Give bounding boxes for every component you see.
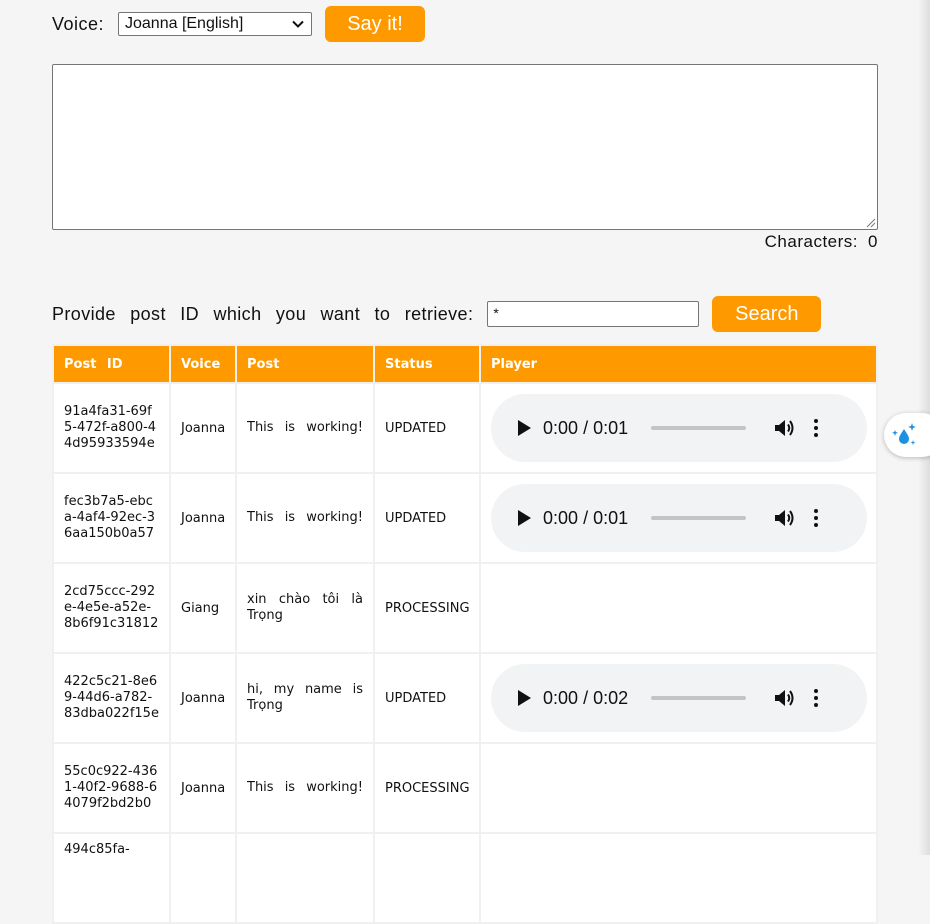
search-button[interactable]: Search [712,296,822,332]
audio-player: 0:00 / 0:01 [491,394,867,462]
audio-player: 0:00 / 0:02 [491,664,867,732]
column-header-voice: Voice [171,346,235,382]
post-cell: hi, my name is Trọng [237,654,373,742]
post-id-cell: 2cd75ccc-292e-4e5e-a52e-8b6f91c31812 [54,564,169,652]
post-id-cell: 91a4fa31-69f5-472f-a800-44d95933594e [54,384,169,472]
post-text-input[interactable] [52,64,878,230]
play-icon[interactable] [517,510,531,526]
volume-icon[interactable] [774,688,796,708]
post-id-cell: 422c5c21-8e69-44d6-a782-83dba022f15e [54,654,169,742]
player-cell: 0:00 / 0:02 [481,654,876,742]
status-cell: PROCESSING [375,564,479,652]
post-id-cell: fec3b7a5-ebca-4af4-92ec-36aa150b0a57 [54,474,169,562]
voice-cell: Joanna [171,474,235,562]
voice-cell: Giang [171,564,235,652]
voice-cell: Joanna [171,654,235,742]
table-header-row: Post ID Voice Post Status Player [54,346,876,382]
say-it-button[interactable]: Say it! [325,6,425,42]
column-header-player: Player [481,346,876,382]
table-row: 55c0c922-4361-40f2-9688-64079f2bd2b0 Joa… [54,744,876,832]
player-cell: 0:00 / 0:01 [481,384,876,472]
search-row: Provide post ID which you want to retrie… [52,296,822,332]
chevron-down-icon [292,20,304,28]
more-vertical-icon[interactable] [814,689,818,707]
resize-grip-icon[interactable] [864,216,876,228]
play-icon[interactable] [517,690,531,706]
character-count-value: 0 [868,232,878,251]
floating-extension-button[interactable] [884,413,930,457]
table-row: 494c85fa- [54,834,876,922]
post-id-value: * [493,305,499,321]
table-row: 2cd75ccc-292e-4e5e-a52e-8b6f91c31812 Gia… [54,564,876,652]
player-time: 0:00 / 0:02 [543,687,629,708]
table-row: fec3b7a5-ebca-4af4-92ec-36aa150b0a57 Joa… [54,474,876,562]
voice-select[interactable]: Joanna [English] [118,12,312,36]
status-cell: PROCESSING [375,744,479,832]
player-cell: 0:00 / 0:01 [481,474,876,562]
volume-icon[interactable] [774,508,796,528]
player-time: 0:00 / 0:01 [543,507,629,528]
progress-track[interactable] [651,426,746,430]
post-cell: This is working! [237,474,373,562]
table-row: 91a4fa31-69f5-472f-a800-44d95933594e Joa… [54,384,876,472]
status-cell [375,834,479,922]
post-cell: This is working! [237,744,373,832]
voice-row: Voice: Joanna [English] Say it! [52,6,425,42]
status-cell: UPDATED [375,384,479,472]
voice-cell [171,834,235,922]
voice-select-value: Joanna [English] [125,15,244,32]
post-id-input[interactable]: * [487,301,700,327]
post-cell [237,834,373,922]
post-cell: This is working! [237,384,373,472]
character-count: Characters: 0 [765,232,878,252]
search-label: Provide post ID which you want to retrie… [52,303,474,324]
column-header-post: Post [237,346,373,382]
status-cell: UPDATED [375,474,479,562]
post-id-cell: 55c0c922-4361-40f2-9688-64079f2bd2b0 [54,744,169,832]
audio-player: 0:00 / 0:01 [491,484,867,552]
play-icon[interactable] [517,420,531,436]
voice-cell: Joanna [171,384,235,472]
status-cell: UPDATED [375,654,479,742]
more-vertical-icon[interactable] [814,509,818,527]
water-drop-sparkle-icon [892,423,916,445]
voice-label: Voice: [52,13,105,34]
column-header-post-id: Post ID [54,346,169,382]
player-cell [481,744,876,832]
voice-cell: Joanna [171,744,235,832]
more-vertical-icon[interactable] [814,419,818,437]
character-count-label: Characters: [764,232,859,251]
progress-track[interactable] [651,696,746,700]
player-cell [481,834,876,922]
posts-table: Post ID Voice Post Status Player 91a4fa3… [52,344,878,924]
post-cell: xin chào tôi là Trọng [237,564,373,652]
post-id-cell: 494c85fa- [54,834,169,922]
progress-track[interactable] [651,516,746,520]
player-time: 0:00 / 0:01 [543,417,629,438]
player-cell [481,564,876,652]
volume-icon[interactable] [774,418,796,438]
table-row: 422c5c21-8e69-44d6-a782-83dba022f15e Joa… [54,654,876,742]
column-header-status: Status [375,346,479,382]
